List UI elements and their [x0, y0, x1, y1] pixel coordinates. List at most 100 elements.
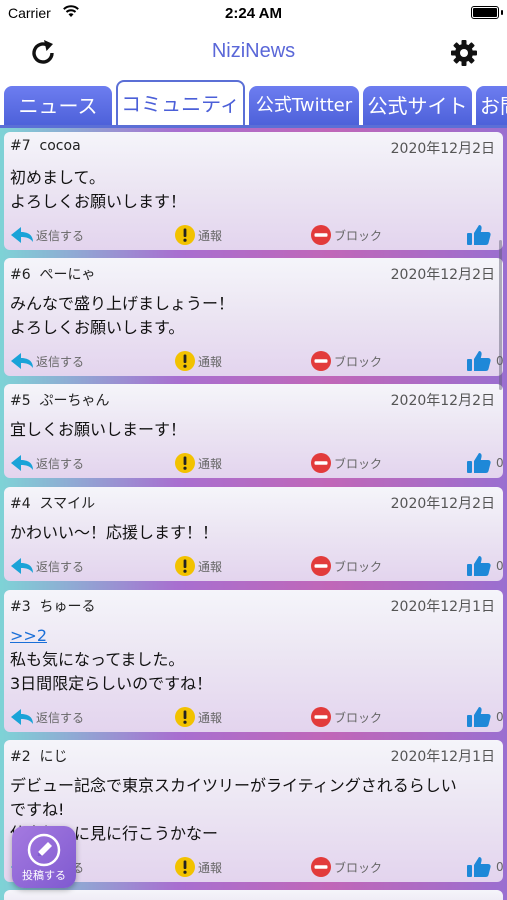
post-text-line: 宜しくお願いしまーす！ [10, 420, 187, 439]
post-text-line: ですね! [10, 800, 65, 819]
post-number: #6 [10, 267, 31, 283]
post-date: 2020年12月2日 [390, 393, 495, 409]
reply-anchor-link[interactable]: >>2 [10, 624, 493, 648]
post-author: cocoa [39, 138, 81, 154]
post-card[interactable]: #4 スマイル 2020年12月2日 かわいい〜！応援します！！ 返信する 通報 ブロック… [4, 487, 503, 581]
reply-label: 返信する [36, 228, 85, 243]
block-button[interactable]: ブロック [310, 856, 382, 878]
block-icon [311, 351, 331, 371]
reply-icon [11, 558, 33, 574]
status-bar: Carrier 2:24 AM [0, 0, 507, 28]
post-body: 宜しくお願いしまーす！ [10, 418, 493, 442]
like-button[interactable]: 0 [466, 555, 503, 577]
block-button[interactable]: ブロック [310, 452, 382, 474]
block-label: ブロック [334, 559, 383, 574]
post-header: #6 ぺーにゃ [10, 264, 96, 284]
community-feed[interactable]: #7 cocoa 2020年12月2日 初めまして。 よろしくお願いします！ 返信する通… [0, 128, 507, 900]
thumbs-up-icon [467, 351, 491, 371]
report-button[interactable]: 通報 [174, 224, 222, 246]
block-icon [311, 225, 331, 245]
warning-icon [175, 351, 195, 371]
compose-button[interactable]: 投稿する [12, 826, 76, 888]
thumbs-up-icon [467, 453, 491, 473]
reply-button[interactable]: 返信する [10, 706, 84, 728]
reply-button[interactable]: 返信する [10, 350, 84, 372]
reply-button[interactable]: 返信する [10, 224, 84, 246]
report-button[interactable]: 通報 [174, 706, 222, 728]
reply-icon [11, 227, 33, 243]
post-text-line: 仕事帰りに見に行こうかなー [10, 824, 219, 843]
post-number: #2 [10, 749, 31, 765]
post-text-line: 私も気になってました。 [10, 650, 185, 669]
report-label: 通報 [198, 228, 223, 243]
post-text-line: みんなで盛り上げましょうー！ [10, 294, 235, 313]
report-button[interactable]: 通報 [174, 856, 222, 878]
report-button[interactable]: 通報 [174, 555, 222, 577]
reply-button[interactable]: 返信する [10, 555, 84, 577]
post-text-line: 初めまして。 [10, 168, 106, 187]
post-card-partial[interactable] [4, 890, 503, 900]
post-actions: 返信する通報ブロック0 [4, 856, 503, 878]
warning-icon [175, 857, 195, 877]
post-text-line: かわいい〜！応援します！！ [10, 523, 219, 542]
post-actions: 返信する 通報 ブロック 0 [4, 706, 503, 728]
block-button[interactable]: ブロック [310, 555, 382, 577]
report-button[interactable]: 通報 [174, 350, 222, 372]
report-button[interactable]: 通報 [174, 452, 222, 474]
gear-icon[interactable] [449, 38, 479, 68]
post-text-line: 3日間限定らしいのですね！ [10, 674, 213, 693]
block-button[interactable]: ブロック [310, 350, 382, 372]
post-text-line: デビュー記念で東京スカイツリーがライティングされるらしい [10, 776, 457, 795]
post-date: 2020年12月2日 [390, 496, 495, 512]
post-header: #3 ちゅーる [10, 596, 96, 616]
post-author: スマイル [39, 496, 96, 512]
warning-icon [175, 556, 195, 576]
post-author: ぺーにゃ [39, 267, 96, 283]
post-actions: 返信する 通報 ブロック 0 [4, 350, 503, 372]
battery-icon [471, 6, 499, 19]
post-number: #3 [10, 599, 31, 615]
like-button[interactable]: 0 [466, 350, 503, 372]
like-button[interactable]: 0 [466, 856, 503, 878]
block-icon [311, 556, 331, 576]
like-count: 0 [496, 710, 503, 724]
tab-official-site[interactable]: 公式サイト [363, 86, 472, 125]
post-actions: 返信する 通報 ブロック 0 [4, 555, 503, 577]
post-card[interactable]: #7 cocoa 2020年12月2日 初めまして。 よろしくお願いします！ 返信する 通… [4, 132, 503, 250]
post-card[interactable]: #2 にじ 2020年12月1日 デビュー記念で東京スカイツリーがライティングされる… [4, 740, 503, 882]
block-label: ブロック [334, 228, 383, 243]
like-button[interactable] [466, 224, 496, 246]
tab-official-twitter[interactable]: 公式Twitter [249, 86, 359, 125]
post-card[interactable]: #5 ぷーちゃん 2020年12月2日 宜しくお願いしまーす！ 返信する 通報 ブロック 0 [4, 384, 503, 478]
scrollbar[interactable] [499, 240, 502, 390]
warning-icon [175, 707, 195, 727]
post-card[interactable]: #3 ちゅーる 2020年12月1日 >>2 私も気になってました。 3日間限定らしいの… [4, 590, 503, 732]
reply-button[interactable]: 返信する [10, 452, 84, 474]
report-label: 通報 [198, 860, 223, 875]
warning-icon [175, 225, 195, 245]
post-number: #7 [10, 138, 31, 154]
report-label: 通報 [198, 354, 223, 369]
block-icon [311, 453, 331, 473]
battery-tip [501, 10, 503, 15]
reply-icon [11, 455, 33, 471]
post-body: 初めまして。 よろしくお願いします！ [10, 166, 493, 214]
nav-bar: NiziNews [0, 28, 507, 78]
post-date: 2020年12月1日 [390, 599, 495, 615]
like-count: 0 [496, 860, 503, 874]
post-body: みんなで盛り上げましょうー！ よろしくお願いします。 [10, 292, 493, 340]
block-button[interactable]: ブロック [310, 706, 382, 728]
block-label: ブロック [334, 456, 383, 471]
tab-community[interactable]: コミュニティ [116, 80, 245, 125]
like-button[interactable]: 0 [466, 706, 503, 728]
tab-news[interactable]: ニュース [4, 86, 112, 125]
like-count: 0 [496, 456, 503, 470]
like-button[interactable]: 0 [466, 452, 503, 474]
post-body: かわいい〜！応援します！！ [10, 521, 493, 545]
thumbs-up-icon [467, 707, 491, 727]
block-button[interactable]: ブロック [310, 224, 382, 246]
pen-icon [27, 833, 61, 867]
block-icon [311, 857, 331, 877]
tab-contact[interactable]: お問 [476, 86, 507, 125]
post-card[interactable]: #6 ぺーにゃ 2020年12月2日 みんなで盛り上げましょうー！ よろしくお願いしま… [4, 258, 503, 376]
